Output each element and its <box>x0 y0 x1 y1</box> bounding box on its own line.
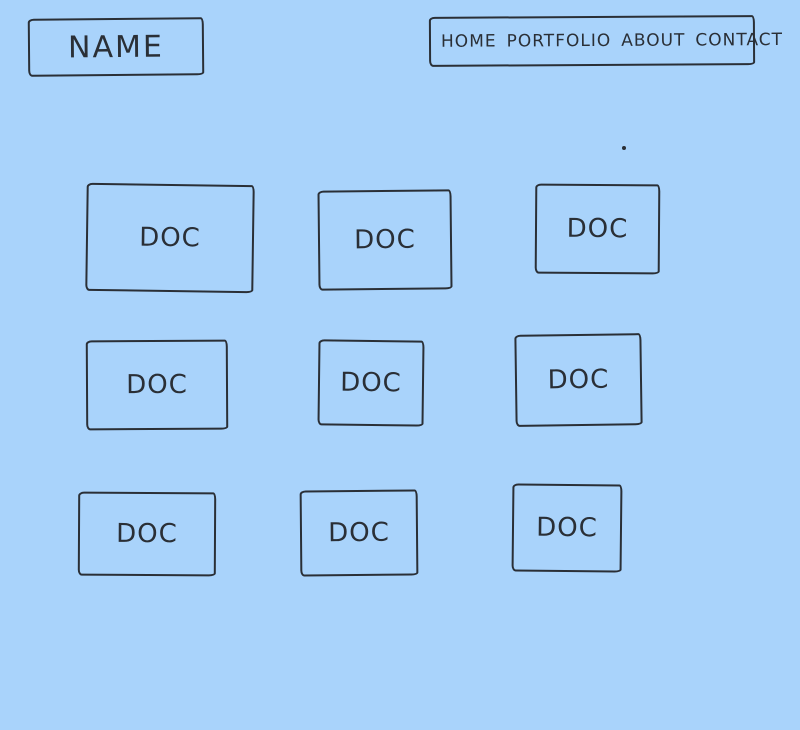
doc-tile[interactable]: DOC <box>511 483 623 573</box>
doc-tile[interactable]: DOC <box>317 339 425 427</box>
doc-tile[interactable]: DOC <box>534 183 661 275</box>
doc-tile[interactable]: DOC <box>514 333 643 427</box>
site-name-logo[interactable]: NAME <box>27 17 205 77</box>
nav-bar: HOME PORTFOLIO ABOUT CONTACT <box>428 15 783 67</box>
ink-mark <box>622 146 626 150</box>
nav-home-link[interactable]: HOME <box>441 31 497 51</box>
nav-contact-link[interactable]: CONTACT <box>695 30 783 50</box>
doc-tile[interactable]: DOC <box>85 182 255 294</box>
nav-about-link[interactable]: ABOUT <box>621 31 685 51</box>
doc-tile[interactable]: DOC <box>85 339 229 431</box>
nav-portfolio-link[interactable]: PORTFOLIO <box>507 31 612 52</box>
doc-tile[interactable]: DOC <box>77 491 217 577</box>
doc-tile[interactable]: DOC <box>299 489 419 577</box>
doc-tile[interactable]: DOC <box>317 189 453 291</box>
